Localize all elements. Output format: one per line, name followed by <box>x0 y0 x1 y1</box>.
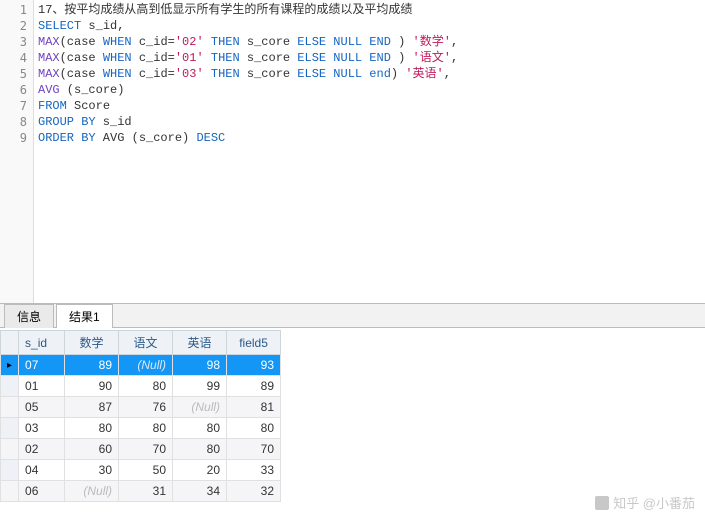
line-number: 1 <box>0 2 27 18</box>
cell[interactable]: 50 <box>119 460 173 481</box>
watermark: 知乎 @小番茄 <box>595 493 695 512</box>
line-number: 7 <box>0 98 27 114</box>
col-header-chinese[interactable]: 语文 <box>119 331 173 355</box>
table-row[interactable]: 01 90 80 99 89 <box>1 376 281 397</box>
line-number: 9 <box>0 130 27 146</box>
row-marker <box>1 376 19 397</box>
cell[interactable]: 06 <box>19 481 65 502</box>
table-row[interactable]: 05 87 76 (Null) 81 <box>1 397 281 418</box>
cell[interactable]: 80 <box>119 376 173 397</box>
cell[interactable]: 93 <box>227 355 281 376</box>
cell[interactable]: 02 <box>19 439 65 460</box>
cell[interactable]: 70 <box>119 439 173 460</box>
cell[interactable]: 30 <box>65 460 119 481</box>
cell[interactable]: 76 <box>119 397 173 418</box>
cell[interactable]: 31 <box>119 481 173 502</box>
row-marker-header <box>1 331 19 355</box>
kw-groupby: GROUP BY <box>38 115 96 129</box>
row-marker <box>1 418 19 439</box>
cell-null[interactable]: (Null) <box>173 397 227 418</box>
cell[interactable]: 80 <box>173 418 227 439</box>
cell[interactable]: 80 <box>119 418 173 439</box>
col-header-field5[interactable]: field5 <box>227 331 281 355</box>
zhihu-logo-icon <box>595 496 609 510</box>
line-gutter: 1 2 3 4 5 6 7 8 9 <box>0 0 34 303</box>
row-marker <box>1 460 19 481</box>
cell-null[interactable]: (Null) <box>119 355 173 376</box>
row-marker <box>1 439 19 460</box>
code-editor[interactable]: 1 2 3 4 5 6 7 8 9 17、按平均成绩从高到低显示所有学生的所有课… <box>0 0 705 304</box>
cell[interactable]: 32 <box>227 481 281 502</box>
table-row[interactable]: 02 60 70 80 70 <box>1 439 281 460</box>
cell[interactable]: 99 <box>173 376 227 397</box>
kw-orderby: ORDER BY <box>38 131 96 145</box>
line-number: 8 <box>0 114 27 130</box>
cell[interactable]: 80 <box>227 418 281 439</box>
line-number: 6 <box>0 82 27 98</box>
cell[interactable]: 04 <box>19 460 65 481</box>
code-line: 17、按平均成绩从高到低显示所有学生的所有课程的成绩以及平均成绩 <box>38 3 412 17</box>
cell[interactable]: 80 <box>173 439 227 460</box>
watermark-text: 知乎 @小番茄 <box>613 493 695 512</box>
cell[interactable]: 89 <box>227 376 281 397</box>
cell[interactable]: 98 <box>173 355 227 376</box>
fn-max: MAX <box>38 67 60 81</box>
result-grid[interactable]: s_id 数学 语文 英语 field5 07 89 (Null) 98 93 … <box>0 330 281 502</box>
line-number: 2 <box>0 18 27 34</box>
line-number: 3 <box>0 34 27 50</box>
col-header-sid[interactable]: s_id <box>19 331 65 355</box>
cell[interactable]: 20 <box>173 460 227 481</box>
line-number: 4 <box>0 50 27 66</box>
cell[interactable]: 80 <box>65 418 119 439</box>
col-header-math[interactable]: 数学 <box>65 331 119 355</box>
table-row[interactable]: 06 (Null) 31 34 32 <box>1 481 281 502</box>
cell[interactable]: 33 <box>227 460 281 481</box>
cell-null[interactable]: (Null) <box>65 481 119 502</box>
cell[interactable]: 05 <box>19 397 65 418</box>
cell[interactable]: 60 <box>65 439 119 460</box>
grid-header-row: s_id 数学 语文 英语 field5 <box>1 331 281 355</box>
result-tabstrip: 信息 结果1 <box>0 304 705 328</box>
cell[interactable]: 81 <box>227 397 281 418</box>
cell[interactable]: 34 <box>173 481 227 502</box>
col-header-english[interactable]: 英语 <box>173 331 227 355</box>
table-row[interactable]: 04 30 50 20 33 <box>1 460 281 481</box>
row-marker <box>1 481 19 502</box>
kw-select: SELECT <box>38 19 81 33</box>
table-row[interactable]: 07 89 (Null) 98 93 <box>1 355 281 376</box>
fn-avg: AVG <box>38 83 60 97</box>
kw-from: FROM <box>38 99 67 113</box>
cell[interactable]: 87 <box>65 397 119 418</box>
tab-messages[interactable]: 信息 <box>4 304 54 328</box>
table-row[interactable]: 03 80 80 80 80 <box>1 418 281 439</box>
cell[interactable]: 89 <box>65 355 119 376</box>
fn-max: MAX <box>38 51 60 65</box>
cell[interactable]: 90 <box>65 376 119 397</box>
cell[interactable]: 01 <box>19 376 65 397</box>
code-body[interactable]: 17、按平均成绩从高到低显示所有学生的所有课程的成绩以及平均成绩 SELECT … <box>34 0 705 303</box>
row-marker-icon <box>1 355 19 376</box>
fn-max: MAX <box>38 35 60 49</box>
cell[interactable]: 03 <box>19 418 65 439</box>
tab-result1[interactable]: 结果1 <box>56 304 113 328</box>
line-number: 5 <box>0 66 27 82</box>
cell[interactable]: 07 <box>19 355 65 376</box>
row-marker <box>1 397 19 418</box>
cell[interactable]: 70 <box>227 439 281 460</box>
